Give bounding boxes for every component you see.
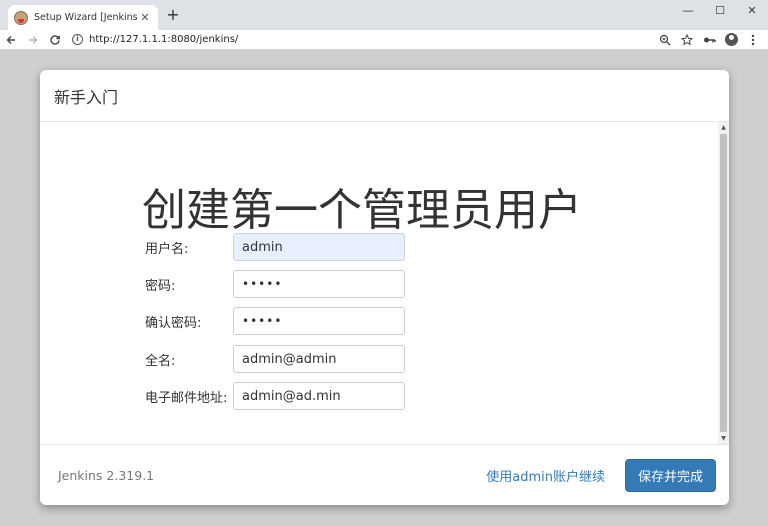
scroll-up-arrow-icon[interactable]: ▲ (718, 122, 729, 133)
dialog-header-title: 新手入门 (54, 87, 119, 107)
profile-button[interactable] (720, 30, 742, 50)
bookmark-button[interactable] (676, 30, 698, 50)
version-label: Jenkins 2.319.1 (58, 467, 155, 483)
more-vertical-icon (751, 34, 755, 45)
dialog-header: 新手入门 (40, 70, 729, 122)
url-text[interactable]: http://127.1.1.1:8080/jenkins/ (89, 34, 238, 45)
setup-wizard-dialog: 新手入门 创建第一个管理员用户 用户名: admin 密码: ••••• 确认密… (40, 70, 729, 505)
username-field[interactable]: admin (233, 233, 405, 261)
password-key-button[interactable] (698, 30, 720, 50)
close-window-button[interactable]: ✕ (736, 0, 768, 20)
avatar-icon (724, 33, 738, 46)
scroll-down-arrow-icon[interactable]: ▼ (718, 433, 729, 444)
window-controls: — ☐ ✕ (672, 0, 768, 20)
address-bar[interactable]: i http://127.1.1.1:8080/jenkins/ (72, 30, 654, 50)
tab-title: Setup Wizard [Jenkins] (34, 12, 138, 23)
toolbar-actions (654, 30, 768, 50)
page-title: 创建第一个管理员用户 (142, 185, 582, 236)
arrow-right-icon (29, 35, 38, 44)
confirm-password-field[interactable]: ••••• (233, 307, 405, 335)
zoom-icon (659, 34, 671, 45)
password-row: 密码: ••••• (145, 270, 405, 298)
password-label: 密码: (145, 278, 176, 294)
new-tab-button[interactable]: + (164, 6, 182, 24)
maximize-button[interactable]: ☐ (704, 0, 736, 20)
email-row: 电子邮件地址: admin@ad.min (145, 382, 405, 410)
back-button[interactable] (0, 30, 22, 50)
full-name-row: 全名: admin@admin (145, 345, 405, 373)
forward-button[interactable] (22, 30, 44, 50)
key-icon (703, 37, 716, 42)
confirm-password-label: 确认密码: (145, 315, 202, 331)
zoom-button[interactable] (654, 30, 676, 50)
confirm-password-row: 确认密码: ••••• (145, 307, 405, 335)
star-icon (681, 33, 693, 45)
reload-button[interactable] (44, 30, 66, 50)
email-field[interactable]: admin@ad.min (233, 382, 405, 410)
browser-tab[interactable]: Setup Wizard [Jenkins] ✕ (8, 5, 158, 30)
reload-icon (50, 34, 60, 45)
password-field[interactable]: ••••• (233, 270, 405, 298)
arrow-left-icon (6, 35, 15, 44)
browser-toolbar: i http://127.1.1.1:8080/jenkins/ (0, 30, 768, 50)
username-row: 用户名: admin (145, 233, 405, 261)
tab-bar: Setup Wizard [Jenkins] ✕ + — ☐ ✕ (0, 0, 768, 30)
menu-button[interactable] (742, 30, 764, 50)
dialog-footer: Jenkins 2.319.1 使用admin账户继续 保存并完成 (40, 444, 729, 505)
dialog-body: 创建第一个管理员用户 用户名: admin 密码: ••••• 确认密码: ••… (40, 122, 729, 444)
full-name-label: 全名: (145, 353, 176, 369)
tab-close-icon[interactable]: ✕ (138, 11, 152, 24)
page-viewport: 新手入门 创建第一个管理员用户 用户名: admin 密码: ••••• 确认密… (0, 51, 768, 526)
dialog-scrollbar[interactable]: ▲ ▼ (718, 122, 729, 444)
continue-as-admin-button[interactable]: 使用admin账户继续 (486, 466, 605, 485)
minimize-button[interactable]: — (672, 0, 704, 20)
save-and-finish-button[interactable]: 保存并完成 (624, 458, 716, 492)
username-label: 用户名: (145, 241, 189, 257)
info-icon[interactable]: i (72, 34, 83, 45)
scroll-thumb[interactable] (720, 134, 727, 432)
jenkins-favicon-icon (14, 10, 28, 25)
full-name-field[interactable]: admin@admin (233, 345, 405, 373)
email-label: 电子邮件地址: (145, 390, 228, 406)
